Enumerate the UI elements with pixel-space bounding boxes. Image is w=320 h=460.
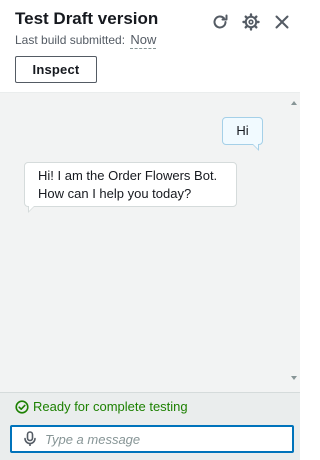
- build-status-line: Last build submitted: Now: [15, 32, 157, 49]
- microphone-icon[interactable]: [21, 430, 39, 448]
- bot-message-bubble: Hi! I am the Order Flowers Bot. How can …: [24, 162, 237, 213]
- bot-message-text: Hi! I am the Order Flowers Bot. How can …: [38, 168, 218, 201]
- build-status-label: Last build submitted:: [15, 33, 126, 47]
- build-time-value[interactable]: Now: [130, 32, 157, 49]
- message-input[interactable]: [45, 428, 292, 450]
- bubble-tail-fill: [29, 205, 35, 211]
- close-icon[interactable]: [272, 12, 292, 32]
- scroll-up-arrow-icon[interactable]: [291, 101, 297, 105]
- inspect-button[interactable]: Inspect: [15, 56, 97, 83]
- check-circle-icon: [15, 399, 29, 414]
- bubble-tail-fill: [252, 143, 258, 149]
- refresh-icon[interactable]: [210, 12, 230, 32]
- chat-scrollbar[interactable]: [288, 93, 300, 392]
- scroll-down-arrow-icon[interactable]: [291, 376, 297, 380]
- status-text: Ready for complete testing: [33, 399, 188, 414]
- test-panel-header: Test Draft version Last build submitted:…: [0, 0, 300, 92]
- testing-status-bar: Ready for complete testing: [0, 392, 300, 420]
- message-input-box[interactable]: [10, 425, 294, 453]
- message-composer: [0, 420, 300, 460]
- chat-transcript[interactable]: Hi Hi! I am the Order Flowers Bot. How c…: [0, 92, 300, 392]
- user-message-text: Hi: [236, 123, 249, 138]
- user-message-bubble: Hi: [222, 117, 263, 151]
- gear-icon[interactable]: [241, 12, 261, 32]
- panel-title: Test Draft version: [15, 9, 159, 28]
